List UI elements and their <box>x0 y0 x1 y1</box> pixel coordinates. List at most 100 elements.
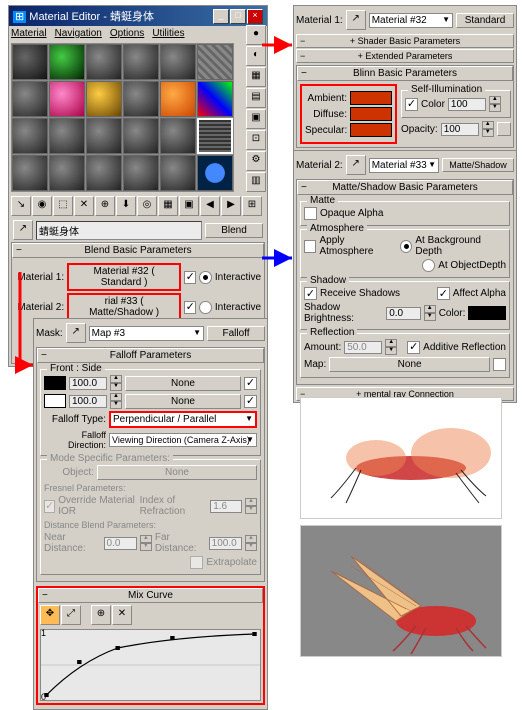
refl-map-check[interactable] <box>493 358 506 371</box>
side-map-button[interactable]: None <box>125 394 241 409</box>
falloff-type-dropdown[interactable]: Perpendicular / Parallel <box>109 411 257 428</box>
scale-point-icon[interactable]: ⤢ <box>61 605 81 625</box>
side-check[interactable] <box>244 395 257 408</box>
menu-options[interactable]: Options <box>110 28 144 39</box>
navigator-icon[interactable]: ⊞ <box>242 196 262 216</box>
mat2-name-dropdown[interactable]: Material #33 <box>369 158 439 173</box>
preview-icon[interactable]: ⊡ <box>246 130 266 150</box>
move-point-icon[interactable]: ✥ <box>40 605 60 625</box>
mat1-panel-label: Material 1: <box>296 15 343 26</box>
front-map-button[interactable]: None <box>125 376 241 391</box>
object-button: None <box>97 465 257 480</box>
affect-alpha-check[interactable] <box>437 287 450 300</box>
opaque-alpha-check[interactable] <box>304 207 317 220</box>
far-spinner: 100.0 <box>209 537 242 550</box>
select-icon[interactable]: ▥ <box>246 172 266 192</box>
mat2-enable-check[interactable] <box>184 301 196 314</box>
material2-button[interactable]: rial #33 ( Matte/Shadow ) <box>67 293 181 321</box>
mixcurve-header[interactable]: Mix Curve <box>38 588 263 603</box>
falloff-dir-dropdown[interactable]: Viewing Direction (Camera Z-Axis) <box>109 433 257 447</box>
menu-utilities[interactable]: Utilities <box>152 28 184 39</box>
minimize-button[interactable]: _ <box>213 9 229 24</box>
bg-depth-radio[interactable] <box>400 240 412 253</box>
sibling-icon[interactable]: ▶ <box>221 196 241 216</box>
mat2-interactive-radio[interactable] <box>199 301 211 314</box>
shader-params-header[interactable]: + Shader Basic Parameters <box>296 34 514 48</box>
sample-type-icon[interactable]: ● <box>246 25 266 45</box>
render-preview-2 <box>300 525 502 657</box>
put-library-icon[interactable]: ⬇ <box>116 196 136 216</box>
refl-map-button[interactable]: None <box>329 357 490 372</box>
assign-icon[interactable]: ⬚ <box>53 196 73 216</box>
pick-icon[interactable]: ↗ <box>346 10 366 30</box>
window-title: Material Editor - 蜻蜓身体 <box>29 11 154 23</box>
mask-type-button[interactable]: Falloff <box>207 326 265 341</box>
backlight-icon[interactable]: ◐ <box>246 46 266 66</box>
additive-refl-check[interactable] <box>407 341 420 354</box>
selfillum-spinner[interactable]: 100 <box>448 98 486 111</box>
pick-icon[interactable]: ↗ <box>346 155 366 175</box>
mat1-name-dropdown[interactable]: Material #32 <box>369 13 453 28</box>
mat1-enable-check[interactable] <box>184 271 196 284</box>
show-map-icon[interactable]: ▦ <box>158 196 178 216</box>
parent-icon[interactable]: ◀ <box>200 196 220 216</box>
mat1-label: Material 1: <box>15 272 64 283</box>
recv-shadow-check[interactable] <box>304 287 317 300</box>
window-titlebar: ⊞ Material Editor - 蜻蜓身体 _ □ × <box>9 6 267 26</box>
copy-icon[interactable]: ⊕ <box>95 196 115 216</box>
editor-toolbar: ↘ ◉ ⬚ ✕ ⊕ ⬇ ◎ ▦ ▣ ◀ ▶ ⊞ <box>9 194 267 218</box>
pick-icon[interactable]: ↗ <box>66 323 86 343</box>
falloff-params-header[interactable]: Falloff Parameters <box>37 348 264 363</box>
mat1-type-button[interactable]: Standard <box>456 13 514 28</box>
material-type-button[interactable]: Blend <box>205 223 263 238</box>
ior-spinner: 1.6 <box>210 500 242 513</box>
front-color[interactable] <box>44 376 66 390</box>
get-material-icon[interactable]: ↘ <box>11 196 31 216</box>
apply-atmo-check[interactable] <box>304 240 316 253</box>
selfillum-check[interactable] <box>405 98 418 111</box>
blinn-params-header[interactable]: Blinn Basic Parameters <box>297 66 513 81</box>
material1-button[interactable]: Material #32 ( Standard ) <box>67 263 181 291</box>
menu-navigation[interactable]: Navigation <box>55 28 102 39</box>
ambient-color[interactable] <box>350 91 392 105</box>
tile-icon[interactable]: ▤ <box>246 88 266 108</box>
material-swatches[interactable] <box>11 43 234 192</box>
put-scene-icon[interactable]: ◉ <box>32 196 52 216</box>
side-color[interactable] <box>44 394 66 408</box>
menu-material[interactable]: Material <box>11 28 47 39</box>
close-button[interactable]: × <box>247 9 263 24</box>
override-ior-check <box>44 500 55 513</box>
mix-curve-graph[interactable]: 1 0 <box>40 629 261 701</box>
delete-point-icon[interactable]: ✕ <box>112 605 132 625</box>
effects-icon[interactable]: ◎ <box>137 196 157 216</box>
material-name-input[interactable]: 蜻蜓身体 <box>36 221 202 240</box>
background-icon[interactable]: ▦ <box>246 67 266 87</box>
pick-icon[interactable]: ↗ <box>13 220 33 240</box>
front-check[interactable] <box>244 377 257 390</box>
obj-depth-radio[interactable] <box>422 259 435 272</box>
opacity-spinner[interactable]: 100 <box>441 123 479 136</box>
refl-amount-spinner[interactable]: 50.0 <box>344 341 382 354</box>
front-spinner[interactable]: 100.0 <box>69 377 107 390</box>
reset-icon[interactable]: ✕ <box>74 196 94 216</box>
render-preview-1 <box>300 397 502 519</box>
mat2-label: Material 2: <box>15 302 64 313</box>
options-icon[interactable]: ⚙ <box>246 151 266 171</box>
near-spinner: 0.0 <box>104 537 137 550</box>
mat1-interactive-radio[interactable] <box>199 271 211 284</box>
mat2-type-button[interactable]: Matte/Shadow <box>442 158 514 172</box>
specular-color[interactable] <box>350 123 392 137</box>
shadow-brightness-spinner[interactable]: 0.0 <box>386 307 421 320</box>
mask-name-dropdown[interactable]: Map #3 <box>89 326 204 341</box>
side-spinner[interactable]: 100.0 <box>69 395 107 408</box>
shadow-color[interactable] <box>468 306 506 320</box>
extended-params-header[interactable]: + Extended Parameters <box>296 49 514 63</box>
show-result-icon[interactable]: ▣ <box>179 196 199 216</box>
maximize-button[interactable]: □ <box>230 9 246 24</box>
video-icon[interactable]: ▣ <box>246 109 266 129</box>
diffuse-color[interactable] <box>350 107 392 121</box>
opacity-map-button[interactable] <box>497 122 511 136</box>
add-point-icon[interactable]: ⊕ <box>91 605 111 625</box>
blend-params-header[interactable]: Blend Basic Parameters <box>12 243 264 258</box>
matteshadow-header[interactable]: Matte/Shadow Basic Parameters <box>297 180 513 195</box>
